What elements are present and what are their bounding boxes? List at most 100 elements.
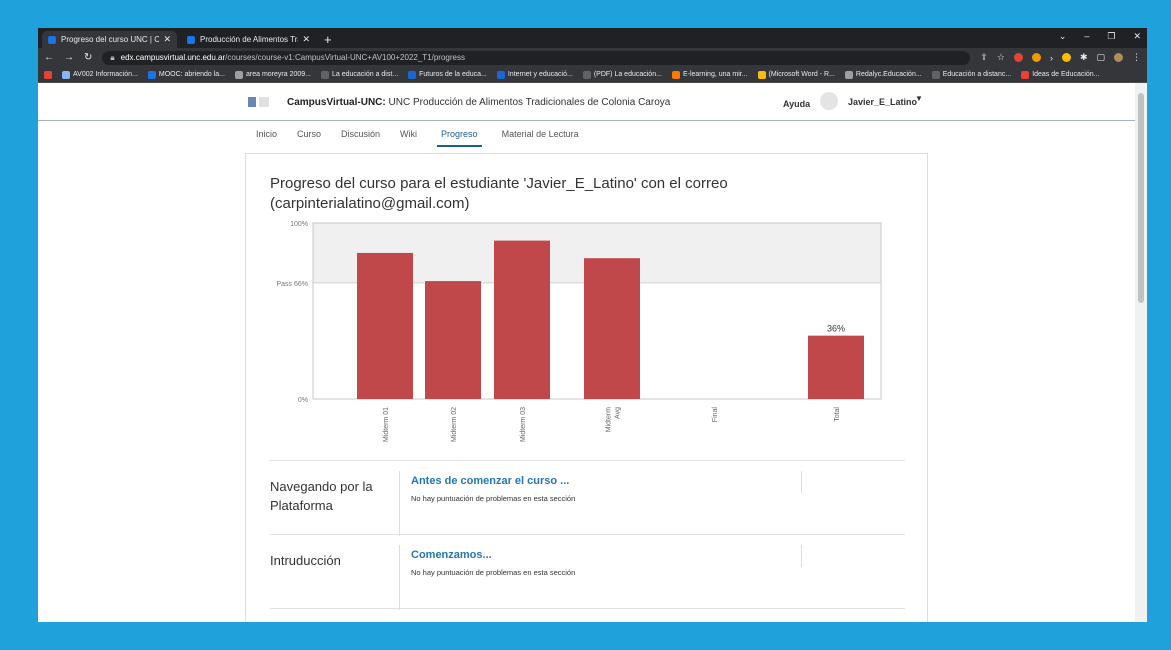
bookmark-label: Internet y educació... [507,71,573,78]
tab-inicio[interactable]: Inicio [256,129,277,147]
close-icon[interactable]: ✕ [163,34,171,45]
lock-icon: 🔒︎ [110,52,115,62]
bookmark-item[interactable]: Futuros de la educa... [408,70,487,79]
bookmarks-bar: AV002 Información... MOOC: abriendo la..… [38,67,1147,83]
section-row: Intruducción Comenzamos... No hay puntua… [270,534,905,610]
share-icon[interactable]: ⇪ [980,52,988,63]
browser-window: Progreso del curso UNC | Campu ✕ Producc… [38,28,1147,622]
unc-favicon-icon [187,35,195,44]
tab-discusion[interactable]: Discusión [341,129,380,147]
extension-icon[interactable] [1031,53,1041,62]
x-tick-label: Total [834,407,841,422]
bookmark-label: Futuros de la educa... [419,71,487,78]
bookmark-item[interactable]: Internet y educació... [496,70,573,79]
star-icon[interactable]: ☆ [997,52,1005,63]
course-name: UNC Producción de Alimentos Tradicionale… [388,97,671,108]
tab-search-icon[interactable]: ⌄ [1059,31,1067,42]
tab-wiki[interactable]: Wiki [400,129,417,147]
reload-icon[interactable]: ↻ [84,52,92,63]
bookmark-item[interactable]: area moreyra 2009... [235,70,311,79]
section-name: Intruducción [270,553,341,568]
bookmark-label: Ideas de Educación... [1032,71,1100,78]
bookmark-label: MOOC: abriendo la... [158,71,225,78]
x-tick-label: Midterm 01 [383,407,390,442]
address-bar: ← → ↻ 🔒︎ edx.campusvirtual.unc.edu.ar/co… [38,48,1147,67]
forward-icon[interactable]: → [64,52,74,63]
x-tick-label: Avg [615,407,622,419]
window-controls: ⌄ – ❐ ✕ [1059,31,1141,42]
bookmark-label: Redalyc.Educación... [855,71,922,78]
bookmark-label: (PDF) La educación... [593,71,662,78]
profile-avatar-icon[interactable] [1114,53,1123,62]
bookmark-item[interactable]: Ideas de Educación... [1021,70,1100,79]
divider [399,545,400,610]
x-tick-label: Midterm 02 [451,407,458,442]
chart-bar [808,335,864,399]
url-path: /courses/course-v1:CampusVirtual-UNC+AV1… [225,53,465,62]
bookmark-item[interactable]: Educación a distanc... [931,70,1012,79]
divider [399,471,400,536]
chart-bar [425,281,481,399]
x-tick-label: Midterm 03 [520,407,527,442]
chevron-down-icon[interactable]: ▼ [915,94,923,103]
bookmark-item[interactable]: La educación a dist... [320,70,399,79]
bookmark-item[interactable]: (Microsoft Word - R... [757,70,835,79]
progress-title: Progreso del curso para el estudiante 'J… [270,175,728,212]
page-content: CampusVirtual-UNC: UNC Producción de Ali… [38,83,1135,622]
url-host: edx.campusvirtual.unc.edu.ar [120,53,226,62]
username-link[interactable]: Javier_E_Latino [848,97,917,107]
section-row [270,608,905,618]
extensions-bar: ⇪ ☆ › ✱ ▢ ⋮ [980,52,1141,63]
x-tick-label: Midterm [606,407,613,432]
x-tick-label: Final [712,407,719,423]
bookmark-item[interactable] [44,70,52,79]
chart-bar [494,240,550,399]
close-window-icon[interactable]: ✕ [1133,31,1141,42]
back-icon[interactable]: ← [44,52,54,63]
subsection-link[interactable]: Antes de comenzar el curso ... [411,475,569,487]
course-nav: Inicio Curso Discusión Wiki Progreso Mat… [256,129,579,147]
bookmark-item[interactable]: AV002 Información... [62,70,138,79]
page-scrollbar[interactable] [1135,83,1147,622]
tab-title: Producción de Alimentos Tradici [200,35,298,44]
minimize-icon[interactable]: – [1084,31,1089,42]
y-tick-label: 100% [290,221,308,228]
restore-icon[interactable]: ❐ [1107,31,1115,42]
close-icon[interactable]: ✕ [302,34,310,45]
menu-icon[interactable]: ⋮ [1132,52,1141,63]
puzzle-icon[interactable]: ✱ [1080,52,1088,63]
unc-logo-icon[interactable] [248,97,269,107]
sidebar-icon[interactable]: ▢ [1096,52,1105,63]
progress-chart: 100% Pass 66% 0% Midterm 01 Midterm 02 Midter… [276,221,882,442]
avatar[interactable] [820,92,838,110]
bookmark-item[interactable]: MOOC: abriendo la... [147,70,225,79]
new-tab-icon[interactable]: + [324,31,332,48]
browser-tab-progress[interactable]: Progreso del curso UNC | Campu ✕ [42,31,177,48]
url-field[interactable]: 🔒︎ edx.campusvirtual.unc.edu.ar/courses/… [102,50,971,65]
browser-tab-course[interactable]: Producción de Alimentos Tradici ✕ [181,31,316,48]
bookmark-label: (Microsoft Word - R... [768,71,835,78]
section-note: No hay puntuación de problemas en esta s… [411,494,576,503]
unc-favicon-icon [48,35,56,44]
section-note: No hay puntuación de problemas en esta s… [411,568,576,577]
bookmark-item[interactable]: (PDF) La educación... [582,70,662,79]
data-label: 36% [827,324,845,334]
bookmark-label: La educación a dist... [331,71,399,78]
tab-title: Progreso del curso UNC | Campu [61,35,160,44]
tab-strip: Progreso del curso UNC | Campu ✕ Producc… [38,28,1147,48]
progress-card: Progreso del curso para el estudiante 'J… [245,153,928,622]
bookmark-item[interactable]: E-learning, una mir... [671,70,748,79]
tab-progreso[interactable]: Progreso [437,129,482,147]
divider [801,471,802,493]
tab-curso[interactable]: Curso [297,129,321,147]
help-link[interactable]: Ayuda [783,99,810,109]
chevron-right-icon[interactable]: › [1050,53,1053,63]
bookmark-item[interactable]: Redalyc.Educación... [844,70,922,79]
scrollbar-thumb[interactable] [1138,93,1144,303]
tab-material-de-lectura[interactable]: Material de Lectura [502,129,579,147]
extension-icon[interactable] [1061,53,1071,62]
section-row: Navegando por la Plataforma Antes de com… [270,460,905,536]
extension-icon[interactable] [1013,53,1023,62]
bookmark-label: Educación a distanc... [942,71,1012,78]
subsection-link[interactable]: Comenzamos... [411,549,492,561]
